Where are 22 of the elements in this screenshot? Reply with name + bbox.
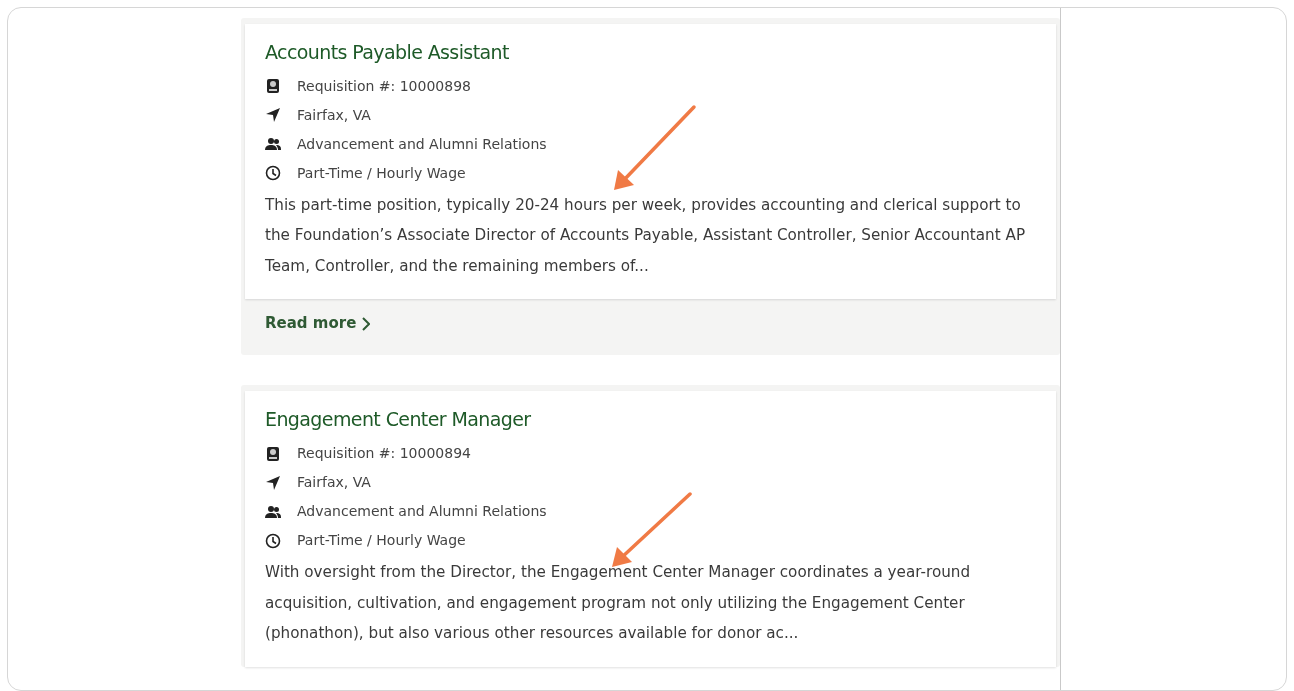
users-icon bbox=[265, 136, 281, 153]
book-icon bbox=[265, 445, 281, 462]
job-detail: Part-Time / Hourly Wage bbox=[297, 163, 466, 183]
job-description: This part-time position, typically 20-24 hours per week, provides accounting and clerical support to the Foundation’s Associate Director of Accounts Payable, Assistant Controller, Senior Accountant AP Team, Controller, and the remaining members of... bbox=[265, 194, 1027, 277]
job-detail: Part-Time / Hourly Wage bbox=[297, 531, 466, 551]
chevron-right-icon bbox=[362, 316, 371, 331]
job-detail: Requisition #: 10000894 bbox=[297, 444, 471, 464]
job-detail: Requisition #: 10000898 bbox=[297, 76, 471, 96]
job-title[interactable]: Engagement Center Manager bbox=[265, 408, 1036, 432]
job-description: With oversight from the Director, the Engagement Center Manager coordinates a year-round acquisition, cultivation, and engagement program not only utilizing the Engagement Center (phonathon), but also various other resources available for donor ac... bbox=[265, 562, 972, 645]
job-detail: Fairfax, VA bbox=[297, 105, 371, 125]
users-icon bbox=[265, 503, 281, 520]
job-detail: Advancement and Alumni Relations bbox=[297, 502, 547, 522]
read-more-link[interactable]: Read more bbox=[265, 312, 371, 335]
job-detail: Advancement and Alumni Relations bbox=[297, 134, 547, 154]
clock-icon bbox=[265, 532, 281, 549]
location-arrow-icon bbox=[265, 474, 281, 491]
job-detail: Fairfax, VA bbox=[297, 473, 371, 493]
job-title[interactable]: Accounts Payable Assistant bbox=[265, 41, 1036, 64]
book-icon bbox=[265, 78, 281, 95]
clock-icon bbox=[265, 165, 281, 182]
location-arrow-icon bbox=[265, 107, 281, 124]
